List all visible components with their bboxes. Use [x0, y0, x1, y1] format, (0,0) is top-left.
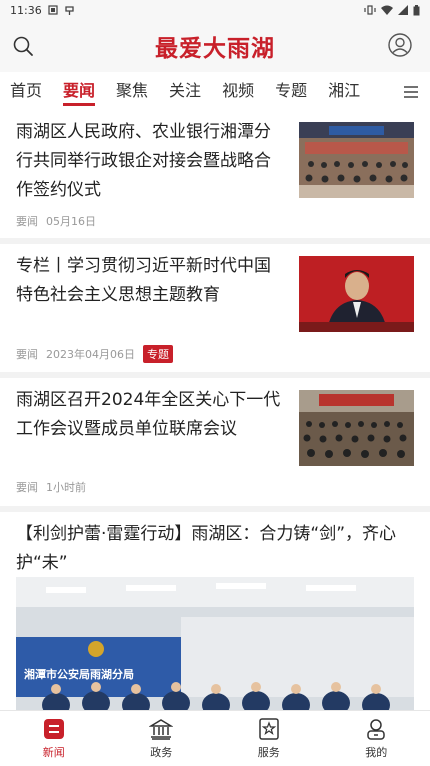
nav-government-label: 政务 [150, 746, 173, 759]
government-building-icon [149, 719, 174, 740]
app-header: 最爱大雨湖 [0, 20, 430, 72]
service-star-icon [259, 718, 279, 740]
news-card[interactable]: 专栏丨学习贯彻习近平新时代中国特色社会主义思想主题教育 要闻 2023年04月0… [0, 244, 430, 372]
news-thumbnail[interactable] [299, 122, 414, 198]
tab-home[interactable]: 首页 [10, 72, 42, 112]
nav-news[interactable]: 新闻 [0, 711, 108, 766]
news-date: 1小时前 [46, 481, 86, 494]
nav-service-label: 服务 [257, 746, 280, 759]
news-thumbnail[interactable] [299, 256, 414, 332]
banner-caption: 湘潭市公安局雨湖分局 [24, 667, 134, 681]
news-date: 2023年04月06日 [46, 348, 135, 361]
news-card[interactable]: 雨湖区召开2024年全区关心下一代工作会议暨成员单位联席会议 要闻 1小时前 [0, 378, 430, 506]
wifi-icon [381, 5, 393, 15]
news-feed: 雨湖区人民政府、农业银行湘潭分行共同举行政银企对接会暨战略合作签约仪式 要闻 0… [0, 112, 430, 710]
search-icon[interactable] [12, 35, 34, 57]
news-title[interactable]: 雨湖区人民政府、农业银行湘潭分行共同举行政银企对接会暨战略合作签约仪式 [16, 118, 286, 205]
tab-headlines[interactable]: 要闻 [63, 72, 96, 112]
nav-profile-label: 我的 [365, 746, 388, 759]
news-category: 要闻 [16, 481, 38, 494]
vibrate-icon [364, 5, 376, 15]
tab-follow[interactable]: 关注 [169, 72, 201, 112]
app-logo: 最爱大雨湖 [155, 35, 275, 62]
category-tabs: 首页 要闻 聚焦 关注 视频 专题 湘江 [0, 72, 430, 112]
nav-service[interactable]: 服务 [215, 711, 323, 766]
status-bar: 11:36 [0, 0, 430, 20]
nav-profile[interactable]: 我的 [323, 711, 430, 766]
tab-menu-icon[interactable] [404, 85, 418, 99]
news-icon [43, 719, 64, 739]
news-title[interactable]: 【利剑护蕾·雷霆行动】雨湖区：合力铸“剑”，齐心护“未” [16, 520, 416, 578]
tab-focus[interactable]: 聚焦 [116, 72, 148, 112]
bottom-navigation: 新闻 政务 服务 我的 [0, 710, 430, 766]
news-card[interactable]: 雨湖区人民政府、农业银行湘潭分行共同举行政银企对接会暨战略合作签约仪式 要闻 0… [0, 112, 430, 238]
news-category: 要闻 [16, 348, 38, 361]
news-category: 要闻 [16, 215, 38, 228]
status-time: 11:36 [10, 3, 42, 17]
tab-video[interactable]: 视频 [222, 72, 254, 112]
news-thumbnail[interactable] [299, 390, 414, 466]
nav-government[interactable]: 政务 [108, 711, 216, 766]
news-title[interactable]: 雨湖区召开2024年全区关心下一代工作会议暨成员单位联席会议 [16, 386, 291, 444]
tab-xiangjiang[interactable]: 湘江 [328, 72, 360, 112]
signal-icon [398, 5, 408, 15]
profile-icon [367, 719, 385, 740]
news-meta: 要闻 2023年04月06日 专题 [16, 345, 173, 363]
battery-icon [413, 4, 420, 15]
tab-special[interactable]: 专题 [275, 72, 307, 112]
news-meta: 要闻 05月16日 [16, 213, 96, 229]
news-feature-image[interactable]: 湘潭市公安局雨湖分局 [16, 577, 414, 710]
special-topic-badge: 专题 [143, 345, 173, 363]
app-notification-icon [65, 5, 74, 15]
user-profile-icon[interactable] [388, 33, 412, 57]
news-card[interactable]: 【利剑护蕾·雷霆行动】雨湖区：合力铸“剑”，齐心护“未” 湘潭市公安局雨湖分局 [0, 512, 430, 710]
news-title[interactable]: 专栏丨学习贯彻习近平新时代中国特色社会主义思想主题教育 [16, 252, 286, 310]
notification-icon [48, 5, 58, 15]
news-date: 05月16日 [46, 215, 96, 228]
nav-news-label: 新闻 [42, 746, 65, 759]
news-meta: 要闻 1小时前 [16, 479, 86, 495]
